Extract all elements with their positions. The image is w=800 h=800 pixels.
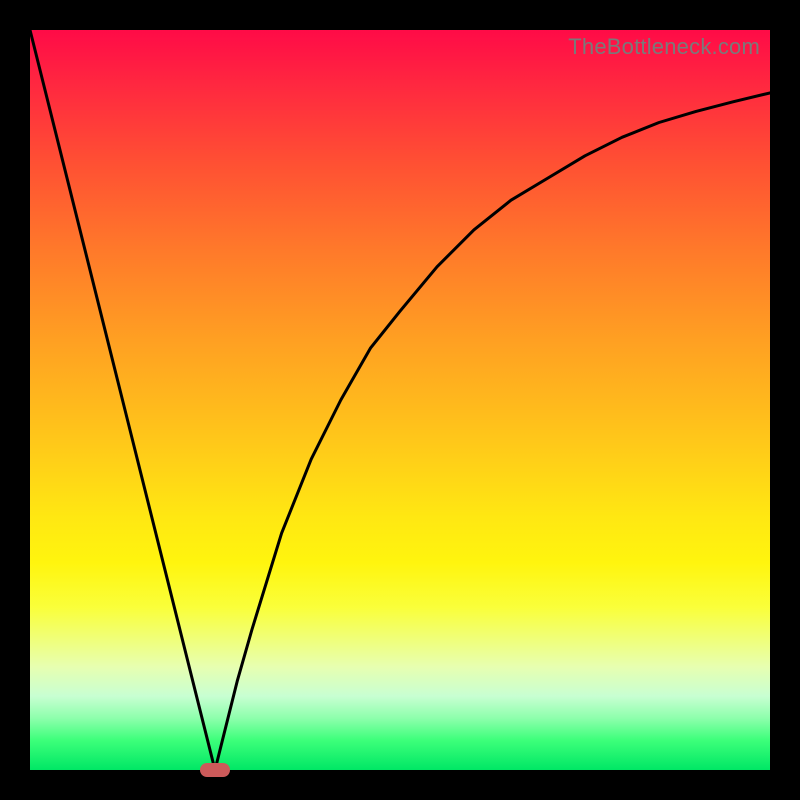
plot-area: TheBottleneck.com <box>30 30 770 770</box>
optimal-marker <box>200 763 230 777</box>
curve-path <box>30 30 770 770</box>
chart-frame: TheBottleneck.com <box>0 0 800 800</box>
bottleneck-curve <box>30 30 770 770</box>
